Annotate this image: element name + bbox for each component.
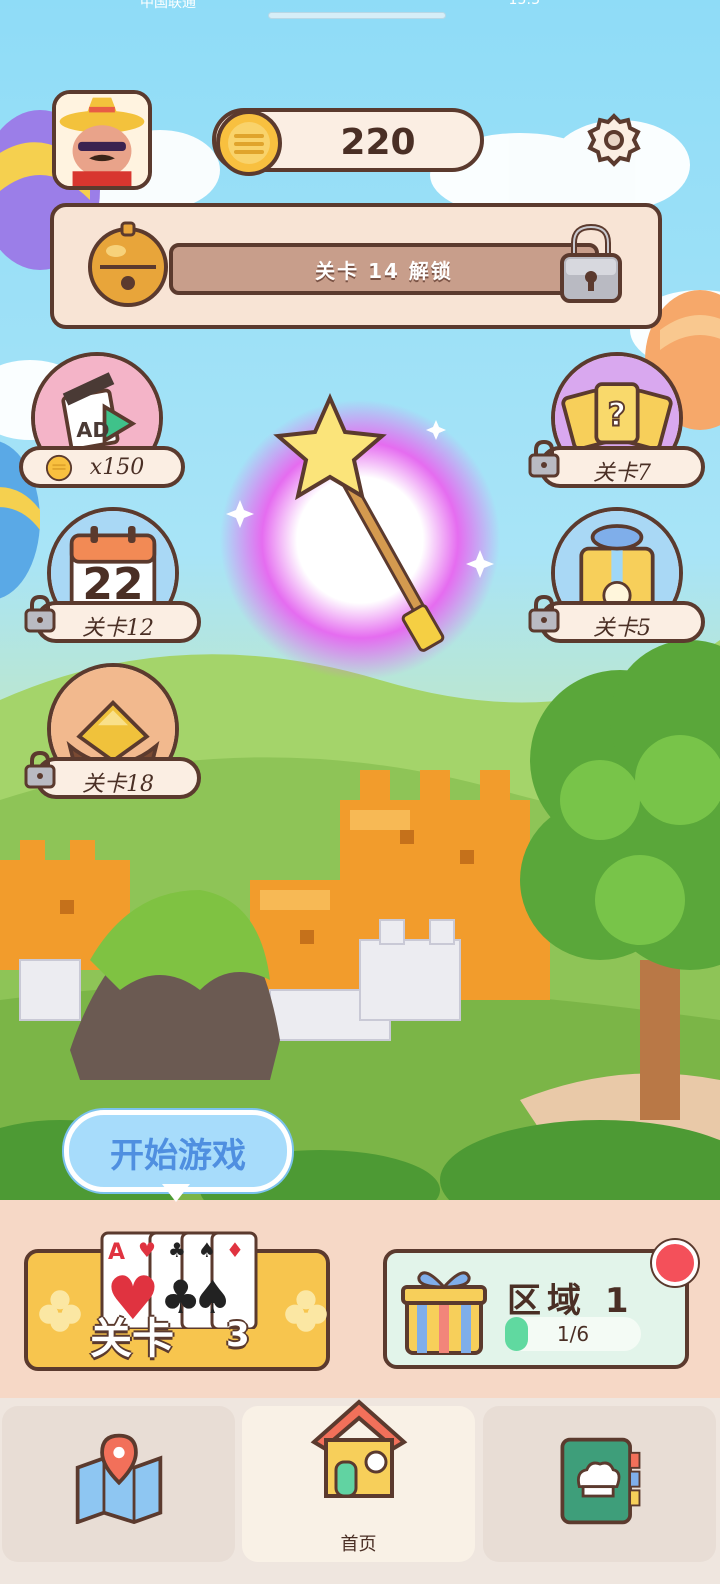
map-icon bbox=[75, 1433, 163, 1524]
start-game-label: 开始游戏 bbox=[110, 1136, 246, 1176]
notification-badge bbox=[652, 1240, 698, 1286]
lock-icon bbox=[24, 750, 56, 789]
gift-box-pill: 关卡5 bbox=[539, 601, 705, 643]
nav-tab-map[interactable] bbox=[2, 1406, 235, 1562]
ad-reward-feature[interactable]: AD x150 bbox=[17, 352, 187, 502]
nav-tab-cookbook[interactable] bbox=[483, 1406, 716, 1562]
level-label: 关卡 bbox=[90, 1314, 175, 1363]
svg-text:♣: ♣ bbox=[168, 1238, 186, 1262]
coin-balance[interactable]: 220 bbox=[212, 108, 484, 176]
mariachi-avatar-icon bbox=[56, 94, 148, 186]
golden-bell-icon bbox=[88, 221, 168, 307]
region-progress-bar: 1/6 bbox=[505, 1317, 641, 1351]
coin-icon bbox=[216, 110, 282, 176]
lock-icon bbox=[24, 594, 56, 633]
nav-tab-home[interactable]: 首页 bbox=[242, 1399, 475, 1562]
magic-wand-icon bbox=[220, 393, 500, 680]
status-bar: 中国联通 15:3 bbox=[0, 0, 720, 30]
svg-text:♥: ♥ bbox=[138, 1238, 156, 1262]
level-play-button[interactable]: A ♥ ♣ ♠ ♦ ♥ ♣ ♠ 关卡 3 bbox=[24, 1231, 330, 1371]
daily-challenge-pill: 关卡12 bbox=[35, 601, 201, 643]
svg-text:A: A bbox=[108, 1240, 125, 1265]
coin-count: 220 bbox=[340, 122, 416, 163]
bell-unlock-text: 关卡 14 解锁 bbox=[315, 259, 453, 283]
svg-text:♠: ♠ bbox=[198, 1238, 216, 1262]
svg-text:?: ? bbox=[608, 396, 627, 434]
mystery-cards-feature[interactable]: ? 关卡7 bbox=[528, 352, 707, 502]
mystery-cards-pill: 关卡7 bbox=[539, 446, 705, 488]
golden-nest-label: 关卡18 bbox=[82, 772, 154, 797]
lock-icon bbox=[528, 439, 560, 478]
bell-unlock-panel: 关卡 14 解锁 bbox=[50, 203, 662, 329]
region-progress-text: 1/6 bbox=[556, 1322, 590, 1346]
house-icon bbox=[310, 1399, 408, 1498]
ad-reward-pill: x150 bbox=[19, 446, 185, 488]
cookbook-icon bbox=[560, 1437, 641, 1525]
nav-home-label: 首页 bbox=[340, 1534, 377, 1555]
daily-challenge-label: 关卡12 bbox=[82, 616, 154, 641]
region-title: 区域 1 bbox=[507, 1281, 635, 1321]
lock-icon bbox=[528, 594, 560, 633]
gift-box-label: 关卡5 bbox=[593, 616, 651, 641]
settings-gear-icon[interactable] bbox=[586, 112, 642, 168]
daily-challenge-feature[interactable]: 22 关卡12 bbox=[24, 507, 203, 657]
level-number: 3 bbox=[226, 1315, 250, 1355]
mystery-cards-label: 关卡7 bbox=[593, 461, 651, 486]
carrier-label: 中国联通 bbox=[140, 0, 196, 11]
region-card[interactable]: 区域 1 1/6 bbox=[383, 1249, 689, 1369]
gift-box-feature[interactable]: 关卡5 bbox=[528, 507, 707, 657]
golden-nest-feature[interactable]: 关卡18 bbox=[24, 663, 203, 813]
bottom-nav: 首页 bbox=[0, 1398, 720, 1584]
player-avatar[interactable] bbox=[52, 90, 152, 190]
drag-handle[interactable] bbox=[268, 12, 446, 19]
ad-reward-amount: x150 bbox=[89, 455, 145, 480]
svg-text:♦: ♦ bbox=[226, 1238, 244, 1262]
start-game-button[interactable]: 开始游戏 bbox=[64, 1110, 292, 1192]
flower-decor-icon bbox=[39, 1290, 81, 1332]
flower-decor-icon bbox=[285, 1290, 327, 1332]
region-gift-icon bbox=[401, 1271, 487, 1355]
status-time: 15:3 bbox=[508, 0, 540, 8]
padlock-icon bbox=[560, 223, 622, 303]
svg-text:AD: AD bbox=[76, 418, 109, 442]
bubble-tail bbox=[162, 1184, 190, 1202]
golden-nest-pill: 关卡18 bbox=[35, 757, 201, 799]
bell-unlock-track: 关卡 14 解锁 bbox=[169, 243, 599, 295]
